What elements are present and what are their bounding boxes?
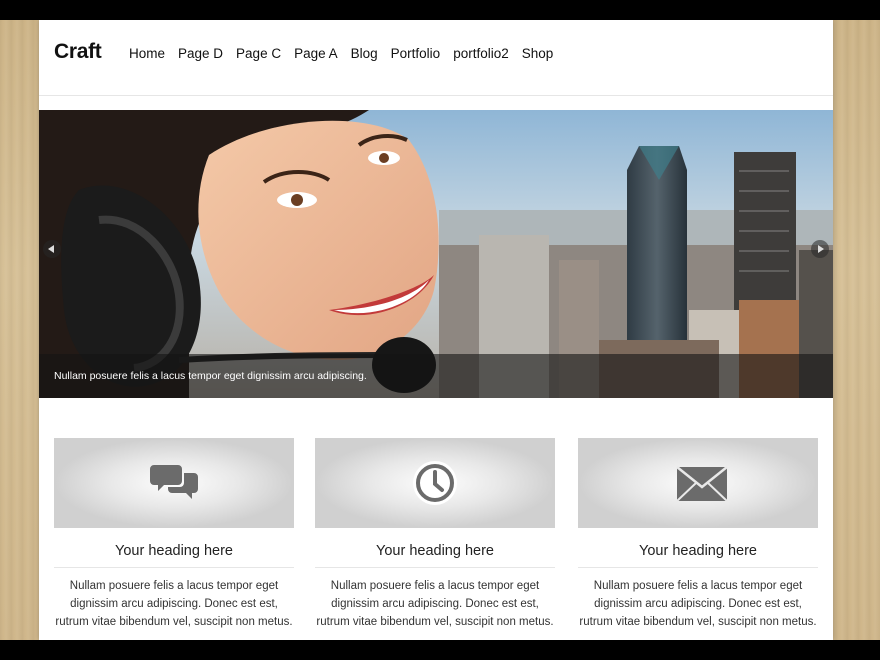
site-header: Craft Home Page D Page C Page A Blog Por…	[39, 20, 833, 96]
feature-icon-box	[315, 438, 555, 528]
feature-icon-box	[578, 438, 818, 528]
feature-heading: Your heading here	[54, 543, 294, 568]
feature-heading: Your heading here	[578, 543, 818, 568]
nav-item-blog[interactable]: Blog	[351, 46, 378, 61]
feature-text: Nullam posuere felis a lacus tempor eget…	[55, 580, 293, 628]
page-container: Craft Home Page D Page C Page A Blog Por…	[39, 20, 833, 640]
feature-card-3: Your heading here Nullam posuere felis a…	[578, 438, 818, 631]
feature-text: Nullam posuere felis a lacus tempor eget…	[579, 580, 817, 628]
slider-caption-bar: Nullam posuere felis a lacus tempor eget…	[39, 354, 833, 398]
feature-card-1: Your heading here Nullam posuere felis a…	[54, 438, 294, 631]
nav-item-portfolio2[interactable]: portfolio2	[453, 46, 509, 61]
site-logo[interactable]: Craft	[54, 40, 102, 64]
slider-prev-arrow-icon[interactable]	[43, 240, 61, 258]
main-nav: Home Page D Page C Page A Blog Portfolio…	[129, 46, 566, 61]
feature-text: Nullam posuere felis a lacus tempor eget…	[316, 580, 554, 628]
nav-item-page-a[interactable]: Page A	[294, 46, 338, 61]
envelope-icon	[676, 466, 728, 502]
clock-icon	[413, 461, 457, 505]
hero-slider[interactable]: Nullam posuere felis a lacus tempor eget…	[39, 110, 833, 398]
slider-caption: Nullam posuere felis a lacus tempor eget…	[54, 370, 367, 382]
nav-item-shop[interactable]: Shop	[522, 46, 554, 61]
feature-heading: Your heading here	[315, 543, 555, 568]
nav-item-portfolio[interactable]: Portfolio	[391, 46, 441, 61]
nav-item-home[interactable]: Home	[129, 46, 165, 61]
feature-icon-box	[54, 438, 294, 528]
chat-bubbles-icon	[150, 465, 198, 499]
slider-next-arrow-icon[interactable]	[811, 240, 829, 258]
nav-item-page-c[interactable]: Page C	[236, 46, 281, 61]
feature-card-2: Your heading here Nullam posuere felis a…	[315, 438, 555, 631]
nav-item-page-d[interactable]: Page D	[178, 46, 223, 61]
